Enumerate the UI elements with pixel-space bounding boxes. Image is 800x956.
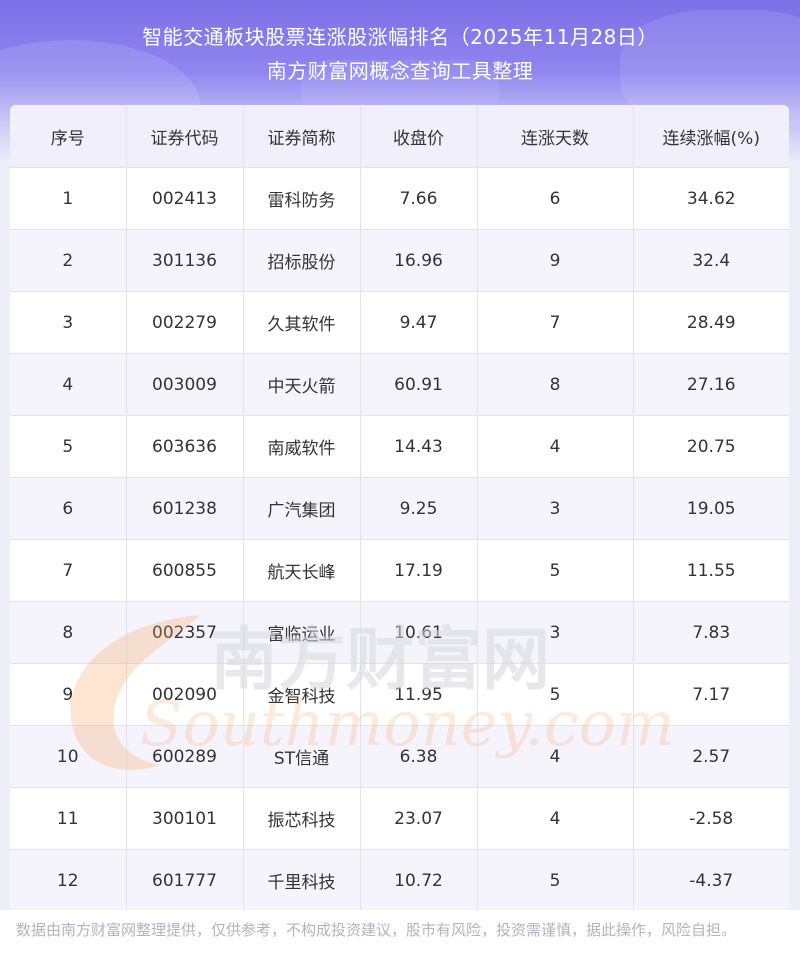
cell-rise-days: 5 (477, 849, 634, 910)
cell-code: 003009 (126, 353, 244, 416)
cell-rank: 6 (10, 477, 127, 540)
cell-rank: 8 (10, 601, 127, 664)
cell-name: 振芯科技 (243, 787, 361, 850)
title-line-1: 智能交通板块股票连涨股涨幅排名（2025年11月28日） (142, 25, 658, 49)
cell-rise-days: 3 (477, 601, 634, 664)
cell-name: 中天火箭 (243, 353, 361, 416)
column-header-code: 证券代码 (126, 105, 244, 168)
cell-code: 601238 (126, 477, 244, 540)
cell-rank: 11 (10, 787, 127, 850)
cell-rank: 9 (10, 663, 127, 726)
cell-rise-days: 5 (477, 663, 634, 726)
cell-code: 600855 (126, 539, 244, 602)
table-row: 8 002357 富临运业 10.61 3 7.83 (10, 601, 789, 664)
cell-code: 300101 (126, 787, 244, 850)
cell-name: 千里科技 (243, 849, 361, 910)
cell-rise-pct: 32.4 (633, 229, 789, 292)
table-row: 2 301136 招标股份 16.96 9 32.4 (10, 229, 789, 292)
cell-rise-days: 6 (477, 167, 634, 230)
table-row: 3 002279 久其软件 9.47 7 28.49 (10, 291, 789, 354)
title-line-2: 南方财富网概念查询工具整理 (266, 59, 534, 83)
cell-code: 603636 (126, 415, 244, 478)
cell-close-price: 10.72 (360, 849, 478, 910)
cell-rise-days: 4 (477, 725, 634, 788)
cell-code: 002357 (126, 601, 244, 664)
table-row: 5 603636 南威软件 14.43 4 20.75 (10, 415, 789, 478)
cell-rise-pct: 7.83 (633, 601, 789, 664)
cell-rise-pct: 34.62 (633, 167, 789, 230)
cell-rise-pct: 19.05 (633, 477, 789, 540)
cell-rank: 7 (10, 539, 127, 602)
cell-rank: 2 (10, 229, 127, 292)
cell-close-price: 17.19 (360, 539, 478, 602)
cell-name: 久其软件 (243, 291, 361, 354)
table-row: 1 002413 雷科防务 7.66 6 34.62 (10, 167, 789, 230)
cell-name: 广汽集团 (243, 477, 361, 540)
cell-code: 002279 (126, 291, 244, 354)
table-row: 9 002090 金智科技 11.95 5 7.17 (10, 663, 789, 726)
cell-code: 600289 (126, 725, 244, 788)
cell-rise-days: 4 (477, 787, 634, 850)
cell-name: 雷科防务 (243, 167, 361, 230)
cell-close-price: 60.91 (360, 353, 478, 416)
table-row: 4 003009 中天火箭 60.91 8 27.16 (10, 353, 789, 416)
cell-rise-pct: 20.75 (633, 415, 789, 478)
cell-rise-pct: 28.49 (633, 291, 789, 354)
column-header-name: 证券简称 (243, 105, 361, 168)
ranking-table-card: 序号 证券代码 证券简称 收盘价 连涨天数 连续涨幅(%) 1 002413 雷科防… (10, 105, 789, 910)
cell-rise-days: 5 (477, 539, 634, 602)
page-footer: 数据由南方财富网整理提供，仅供参考，不构成投资建议，股市有风险，投资需谨慎，据此… (0, 910, 800, 956)
cell-name: ST信通 (243, 725, 361, 788)
column-header-close-price: 收盘价 (360, 105, 478, 168)
cell-name: 招标股份 (243, 229, 361, 292)
cell-rise-days: 8 (477, 353, 634, 416)
cell-close-price: 10.61 (360, 601, 478, 664)
cell-close-price: 23.07 (360, 787, 478, 850)
cell-rank: 5 (10, 415, 127, 478)
cell-rank: 3 (10, 291, 127, 354)
table-row: 11 300101 振芯科技 23.07 4 -2.58 (10, 787, 789, 850)
cell-name: 富临运业 (243, 601, 361, 664)
cell-rank: 4 (10, 353, 127, 416)
table-row: 10 600289 ST信通 6.38 4 2.57 (10, 725, 789, 788)
table-row: 7 600855 航天长峰 17.19 5 11.55 (10, 539, 789, 602)
table-row: 6 601238 广汽集团 9.25 3 19.05 (10, 477, 789, 540)
cell-name: 南威软件 (243, 415, 361, 478)
cell-rise-pct: 11.55 (633, 539, 789, 602)
cell-rank: 10 (10, 725, 127, 788)
page-title: 智能交通板块股票连涨股涨幅排名（2025年11月28日） 南方财富网概念查询工具… (0, 20, 800, 88)
column-header-rise-days: 连涨天数 (477, 105, 634, 168)
column-header-rank: 序号 (10, 105, 127, 168)
ranking-table: 序号 证券代码 证券简称 收盘价 连涨天数 连续涨幅(%) 1 002413 雷科防… (10, 105, 789, 910)
cell-rise-pct: 27.16 (633, 353, 789, 416)
cell-name: 航天长峰 (243, 539, 361, 602)
cell-rise-pct: 2.57 (633, 725, 789, 788)
disclaimer-text: 数据由南方财富网整理提供，仅供参考，不构成投资建议，股市有风险，投资需谨慎，据此… (16, 921, 737, 939)
cell-code: 002090 (126, 663, 244, 726)
cell-close-price: 9.25 (360, 477, 478, 540)
table-row: 12 601777 千里科技 10.72 5 -4.37 (10, 849, 789, 910)
cell-code: 002413 (126, 167, 244, 230)
cell-rise-days: 3 (477, 477, 634, 540)
cell-code: 601777 (126, 849, 244, 910)
cell-close-price: 6.38 (360, 725, 478, 788)
cell-close-price: 9.47 (360, 291, 478, 354)
cell-rank: 1 (10, 167, 127, 230)
cell-rise-pct: -2.58 (633, 787, 789, 850)
cell-code: 301136 (126, 229, 244, 292)
cell-rank: 12 (10, 849, 127, 910)
cell-rise-days: 7 (477, 291, 634, 354)
cell-rise-days: 9 (477, 229, 634, 292)
cell-rise-days: 4 (477, 415, 634, 478)
cell-name: 金智科技 (243, 663, 361, 726)
cell-close-price: 14.43 (360, 415, 478, 478)
cell-rise-pct: 7.17 (633, 663, 789, 726)
column-header-rise-pct: 连续涨幅(%) (633, 105, 789, 168)
cell-close-price: 11.95 (360, 663, 478, 726)
cell-close-price: 16.96 (360, 229, 478, 292)
cell-close-price: 7.66 (360, 167, 478, 230)
table-header-row: 序号 证券代码 证券简称 收盘价 连涨天数 连续涨幅(%) (10, 105, 789, 168)
cell-rise-pct: -4.37 (633, 849, 789, 910)
